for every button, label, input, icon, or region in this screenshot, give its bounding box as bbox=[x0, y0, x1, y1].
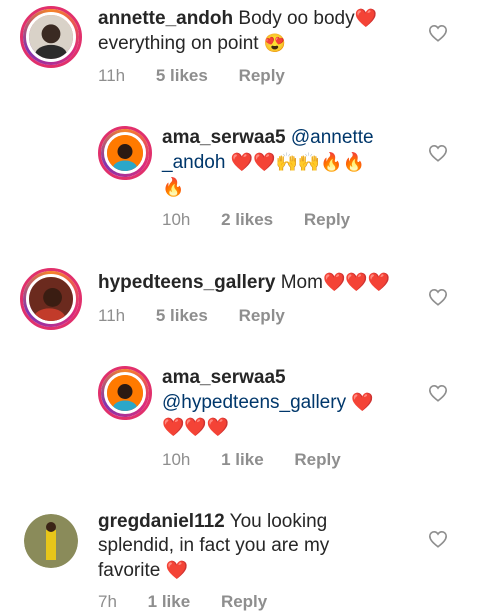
comment-text-line2: splendid, in fact you are my bbox=[98, 535, 330, 556]
comment-text: Body oo body bbox=[238, 8, 355, 29]
heart-emoji: ❤️❤️❤️ bbox=[322, 272, 391, 292]
reply-button[interactable]: Reply bbox=[304, 210, 350, 229]
avatar[interactable] bbox=[20, 6, 82, 68]
heart-emoji: ❤️ bbox=[165, 560, 189, 580]
comment-body: hypedteens_gallery Mom❤️❤️❤️ bbox=[98, 270, 418, 295]
heart-outline-icon[interactable] bbox=[428, 530, 448, 548]
heart-outline-icon[interactable] bbox=[428, 384, 448, 402]
mention-link-cont[interactable]: _andoh bbox=[162, 152, 225, 173]
comment-body: annette_andoh Body oo body❤️ everything … bbox=[98, 6, 408, 56]
reply-button[interactable]: Reply bbox=[221, 592, 267, 611]
comment-body: gregdaniel112 You looking splendid, in f… bbox=[98, 510, 408, 583]
heart-emoji: ❤️ bbox=[354, 8, 378, 28]
comment-likes[interactable]: 1 like bbox=[148, 592, 191, 611]
mention-link[interactable]: @hypedteens_gallery bbox=[162, 392, 346, 413]
comment-meta: 11h 5 likes Reply bbox=[98, 66, 311, 86]
comment-username[interactable]: ama_serwaa5 bbox=[162, 127, 286, 148]
comment-text: Mom bbox=[280, 272, 323, 293]
comment-body: ama_serwaa5 @hypedteens_gallery ❤️ ❤️❤️❤… bbox=[162, 366, 412, 440]
avatar[interactable] bbox=[20, 268, 82, 330]
avatar[interactable] bbox=[24, 514, 78, 568]
reply-button[interactable]: Reply bbox=[239, 306, 285, 325]
comment-username[interactable]: ama_serwaa5 bbox=[162, 367, 286, 388]
heart-emoji: ❤️ bbox=[351, 392, 374, 412]
comment-likes[interactable]: 2 likes bbox=[221, 210, 273, 229]
comment-username[interactable]: annette_andoh bbox=[98, 8, 233, 29]
mention-link[interactable]: @annette bbox=[291, 127, 374, 148]
emoji-row: ❤️❤️🙌🙌🔥🔥 bbox=[230, 152, 366, 172]
comment-meta: 11h 5 likes Reply bbox=[98, 306, 311, 326]
comment-likes[interactable]: 5 likes bbox=[156, 66, 208, 85]
heart-emoji-row: ❤️❤️❤️ bbox=[162, 417, 230, 437]
heart-outline-icon[interactable] bbox=[428, 288, 448, 306]
reply-button[interactable]: Reply bbox=[294, 450, 340, 469]
comment-time: 7h bbox=[98, 592, 117, 611]
avatar[interactable] bbox=[98, 366, 152, 420]
avatar[interactable] bbox=[98, 126, 152, 180]
reply-button[interactable]: Reply bbox=[239, 66, 285, 85]
comment-text-line2: everything on point bbox=[98, 33, 259, 54]
comment-text-line3: favorite bbox=[98, 560, 161, 581]
comment-username[interactable]: gregdaniel112 bbox=[98, 511, 225, 532]
comment-body: ama_serwaa5 @annette _andoh ❤️❤️🙌🙌🔥🔥 🔥 bbox=[162, 126, 402, 200]
comment-time: 10h bbox=[162, 450, 191, 469]
comment-likes[interactable]: 1 like bbox=[221, 450, 264, 469]
heart-outline-icon[interactable] bbox=[428, 24, 448, 42]
comment-meta: 10h 1 like Reply bbox=[162, 450, 367, 470]
comment-meta: 7h 1 like Reply bbox=[98, 592, 293, 612]
comment-meta: 10h 2 likes Reply bbox=[162, 210, 376, 230]
comment-time: 10h bbox=[162, 210, 191, 229]
comment-time: 11h bbox=[98, 66, 126, 85]
fire-emoji: 🔥 bbox=[162, 177, 185, 197]
comment-likes[interactable]: 5 likes bbox=[156, 306, 208, 325]
heart-eyes-emoji: 😍 bbox=[263, 33, 287, 53]
comment-time: 11h bbox=[98, 306, 126, 325]
heart-outline-icon[interactable] bbox=[428, 144, 448, 162]
comment-text: You looking bbox=[229, 511, 328, 532]
comment-username[interactable]: hypedteens_gallery bbox=[98, 272, 275, 293]
